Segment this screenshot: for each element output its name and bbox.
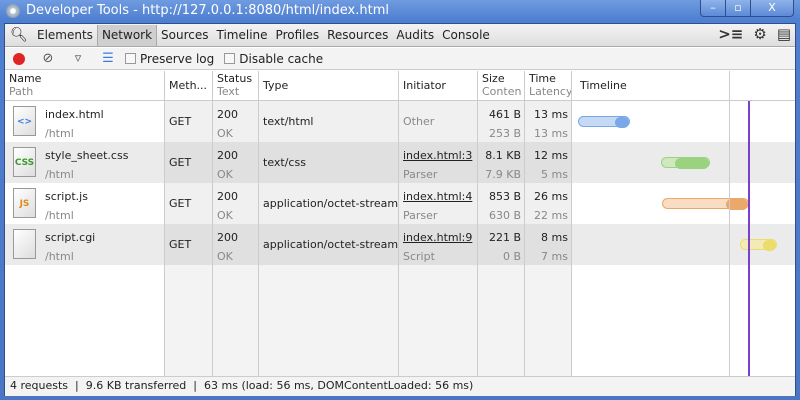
load-timing: 63 ms (load: 56 ms, DOMContentLoaded: 56…	[204, 379, 474, 392]
column-divider	[5, 71, 165, 376]
record-button[interactable]	[13, 52, 25, 65]
devtools-client: 🔍︎ Elements Network Sources Timeline Pro…	[4, 23, 796, 396]
timeline-bar	[740, 239, 777, 251]
column-divider	[478, 71, 525, 376]
request-table: Name Path Meth... Status Text Type Initiat…	[5, 71, 795, 376]
title-bar: Developer Tools - http://127.0.0.1:8080/…	[0, 0, 800, 22]
timeline-bar-download	[763, 240, 776, 251]
separator: |	[193, 379, 198, 392]
disable-cache-checkbox[interactable]: Disable cache	[224, 52, 323, 66]
gear-icon[interactable]: ⚙	[753, 25, 766, 43]
window-title: Developer Tools - http://127.0.0.1:8080/…	[26, 3, 389, 18]
load-event-marker	[748, 101, 750, 376]
chrome-logo-icon	[6, 4, 20, 18]
panel-tabs: 🔍︎ Elements Network Sources Timeline Pro…	[5, 24, 795, 47]
devtools-window: Developer Tools - http://127.0.0.1:8080/…	[0, 0, 800, 400]
search-icon[interactable]: 🔍︎	[5, 27, 33, 43]
preserve-log-label: Preserve log	[140, 51, 215, 66]
network-toolbar: ⊘ ▿ ☰ Preserve log Disable cache	[5, 48, 795, 70]
tab-network[interactable]: Network	[96, 24, 158, 46]
close-button[interactable]: X	[751, 0, 793, 16]
separator: |	[75, 379, 79, 392]
timeline-divider	[572, 71, 730, 376]
disable-cache-label: Disable cache	[239, 51, 324, 66]
tab-timeline[interactable]: Timeline	[213, 25, 272, 46]
tab-resources[interactable]: Resources	[323, 25, 392, 46]
tab-audits[interactable]: Audits	[392, 25, 438, 46]
tab-console[interactable]: Console	[438, 25, 494, 46]
filter-icon[interactable]: ▿	[71, 51, 85, 66]
tab-sources[interactable]: Sources	[157, 25, 212, 46]
request-count: 4 requests	[10, 379, 69, 392]
preserve-log-checkbox[interactable]: Preserve log	[125, 52, 214, 66]
dock-icon[interactable]: ▤	[777, 25, 791, 43]
column-divider	[259, 71, 399, 376]
large-rows-icon[interactable]: ☰	[101, 51, 115, 66]
transferred-size: 9.6 KB transferred	[85, 379, 187, 392]
column-divider	[399, 71, 478, 376]
clear-icon[interactable]: ⊘	[41, 51, 55, 66]
column-divider	[213, 71, 259, 376]
tab-profiles[interactable]: Profiles	[272, 25, 324, 46]
column-divider	[165, 71, 213, 376]
column-divider	[525, 71, 572, 376]
console-drawer-icon[interactable]: >≡	[718, 25, 743, 43]
status-bar: 4 requests | 9.6 KB transferred | 63 ms …	[5, 376, 795, 396]
tab-elements[interactable]: Elements	[33, 25, 97, 46]
maximize-button[interactable]: ▫	[726, 0, 751, 16]
minimize-button[interactable]: –	[701, 0, 726, 16]
